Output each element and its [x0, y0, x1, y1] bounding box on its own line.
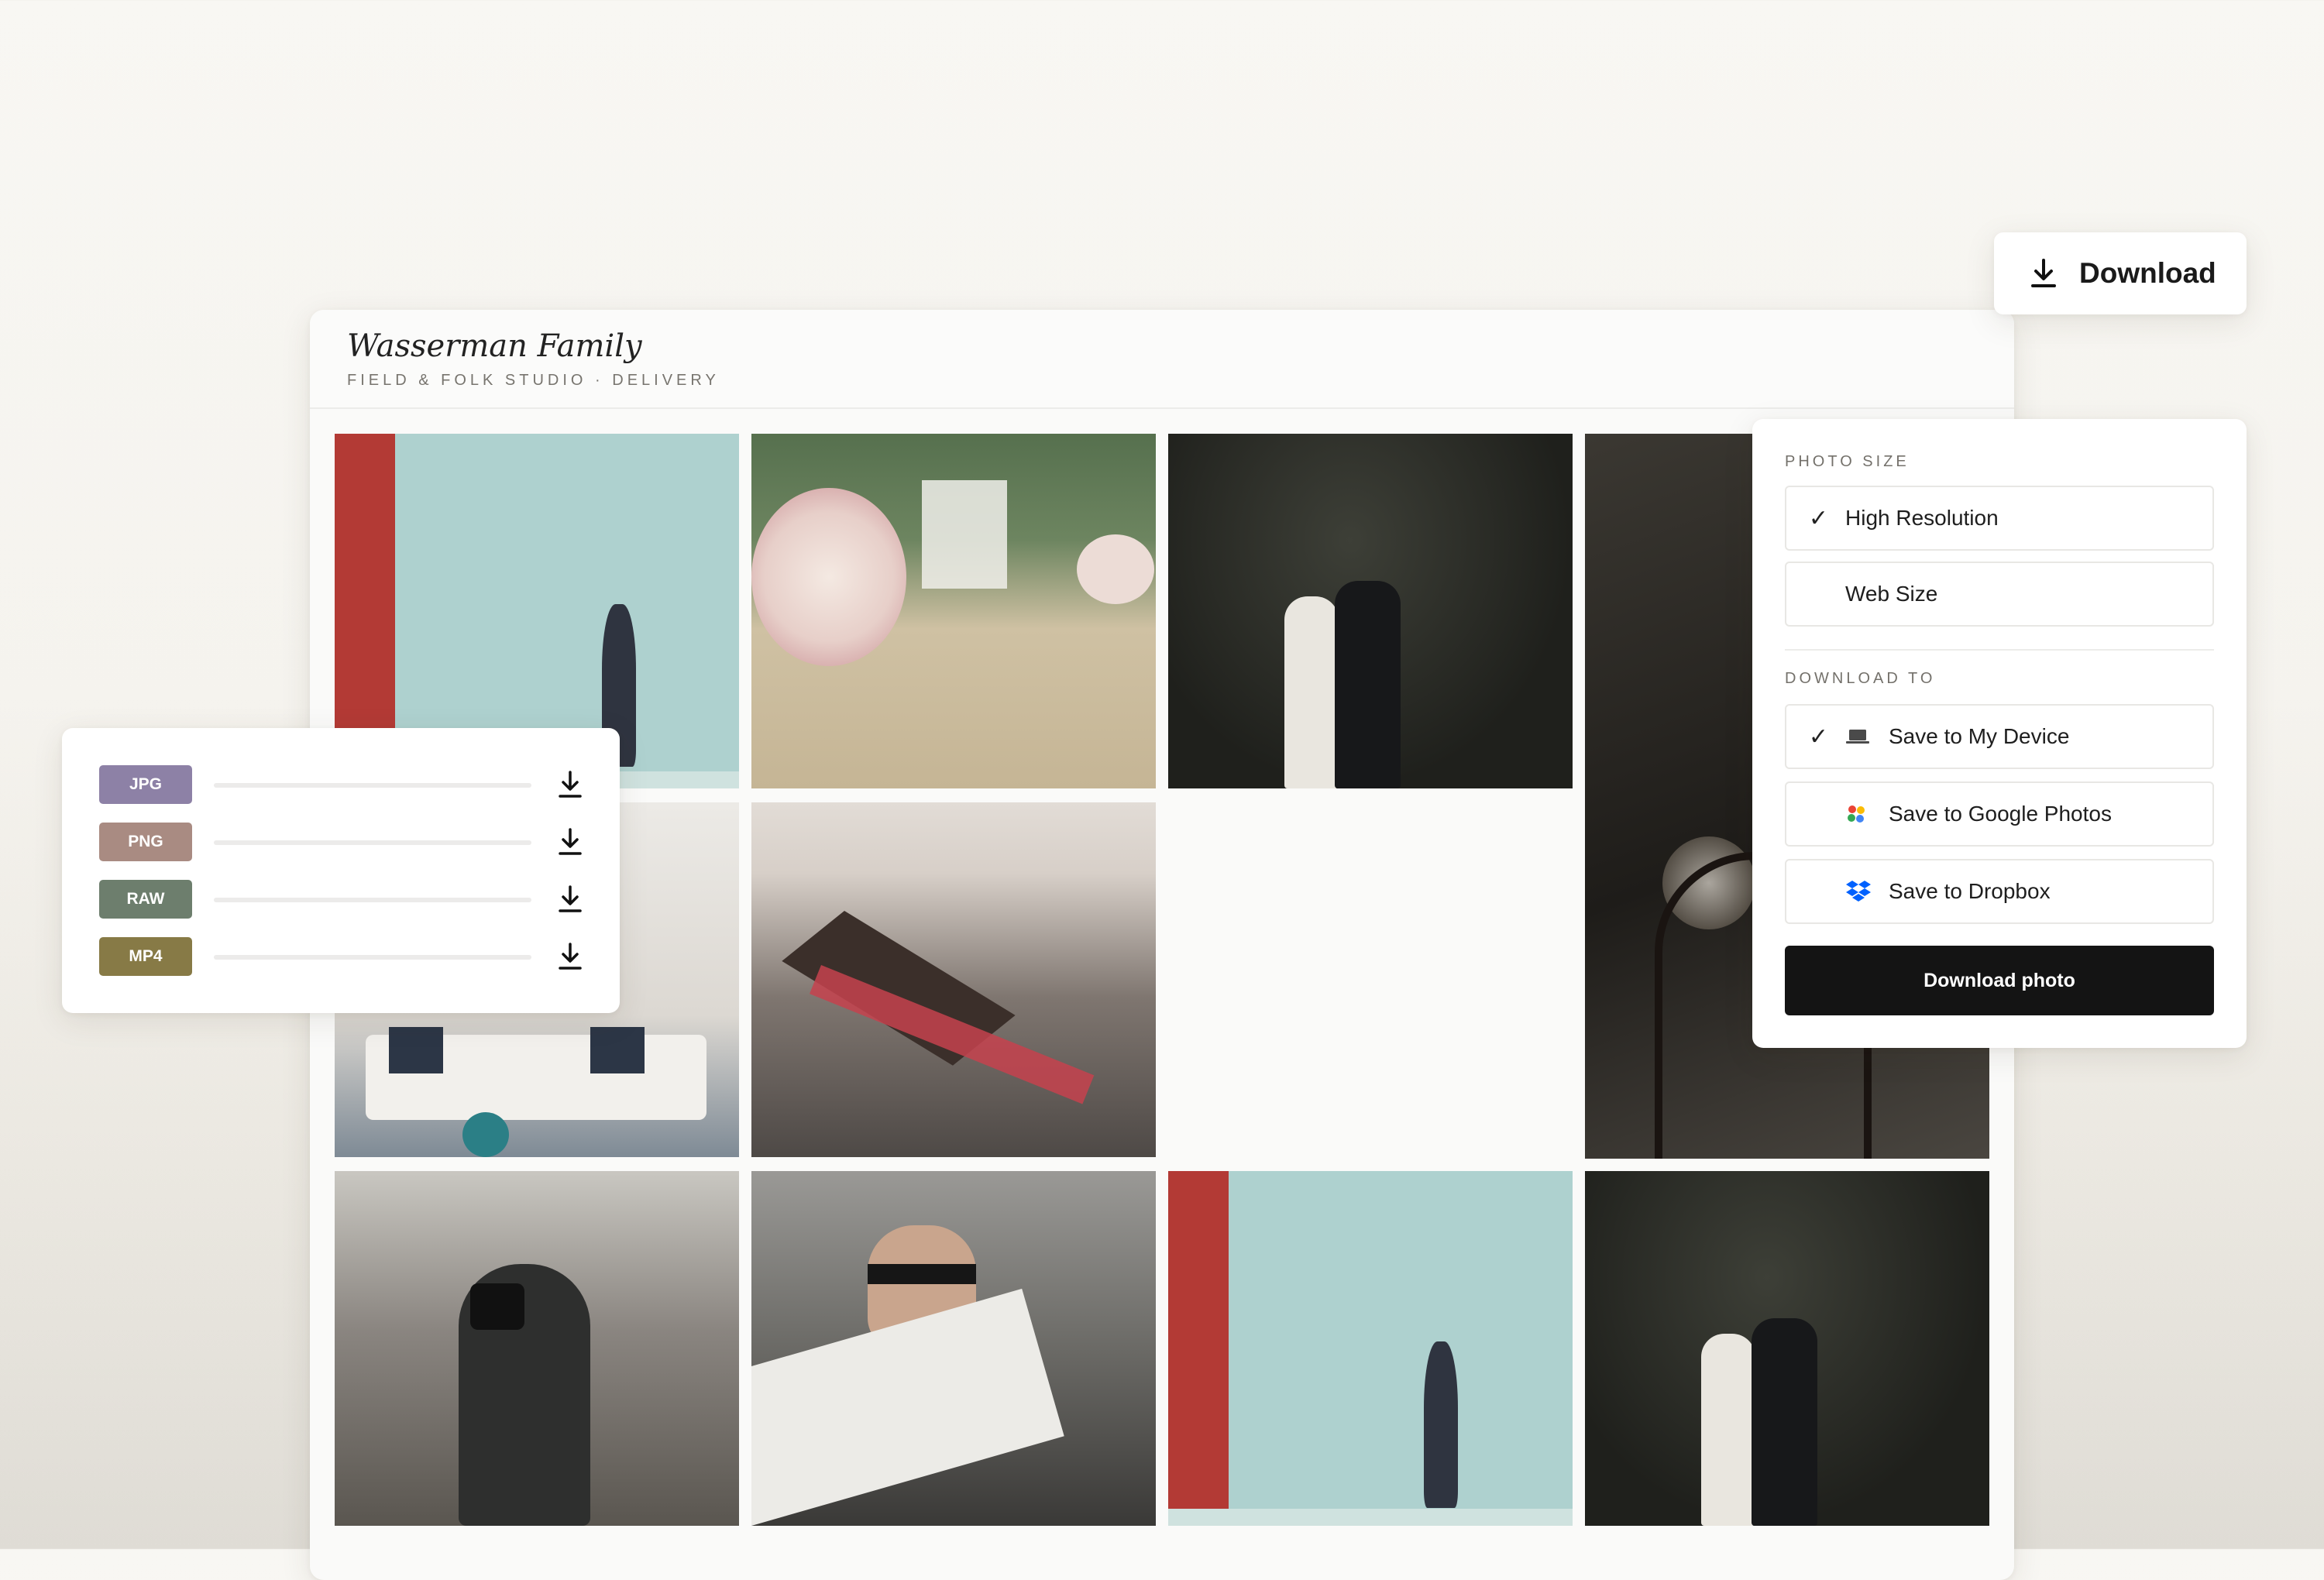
format-badge: JPG	[99, 765, 192, 804]
download-options-panel: PHOTO SIZE ✓ High Resolution Web Size DO…	[1752, 419, 2247, 1048]
download-icon[interactable]	[556, 770, 584, 799]
size-option-label: Web Size	[1845, 582, 1938, 606]
size-option-web-size[interactable]: Web Size	[1785, 562, 2214, 627]
destination-label: Save to Dropbox	[1889, 879, 2051, 903]
photo-thumbnail[interactable]	[751, 1171, 1156, 1526]
divider	[1785, 649, 2214, 651]
download-button[interactable]: Download	[1994, 232, 2247, 314]
download-icon[interactable]	[556, 827, 584, 857]
destination-google-photos[interactable]: Save to Google Photos	[1785, 781, 2214, 847]
photo-thumbnail[interactable]	[751, 434, 1156, 788]
photo-thumbnail[interactable]	[751, 802, 1156, 1157]
progress-track	[214, 955, 531, 960]
laptop-icon	[1845, 728, 1889, 745]
progress-track	[214, 783, 531, 788]
dropbox-icon	[1845, 880, 1889, 903]
download-icon	[2031, 259, 2056, 287]
gallery-title: Wasserman Family	[347, 328, 642, 364]
format-row-jpg: JPG	[99, 765, 584, 804]
download-icon[interactable]	[556, 942, 584, 971]
gallery-header: Wasserman Family FIELD & FOLK STUDIO · D…	[310, 310, 2014, 409]
download-to-label: DOWNLOAD TO	[1785, 670, 1936, 687]
download-photo-button[interactable]: Download photo	[1785, 946, 2214, 1015]
download-icon[interactable]	[556, 884, 584, 914]
photo-thumbnail[interactable]	[1168, 434, 1573, 788]
download-button-label: Download	[2079, 257, 2216, 289]
progress-track	[214, 840, 531, 845]
google-photos-icon	[1845, 803, 1889, 825]
gallery-subtitle: FIELD & FOLK STUDIO · DELIVERY	[347, 372, 720, 389]
format-badge: RAW	[99, 880, 192, 919]
photo-size-label: PHOTO SIZE	[1785, 453, 1910, 470]
photo-thumbnail[interactable]	[1168, 1171, 1573, 1526]
destination-label: Save to My Device	[1889, 724, 2070, 748]
format-list-panel: JPG PNG RAW MP4	[62, 728, 620, 1013]
photo-thumbnail[interactable]	[1585, 1171, 1989, 1526]
size-option-high-resolution[interactable]: ✓ High Resolution	[1785, 486, 2214, 551]
format-row-mp4: MP4	[99, 937, 584, 976]
format-badge: PNG	[99, 823, 192, 861]
photo-thumbnail[interactable]	[335, 1171, 739, 1526]
check-icon: ✓	[1808, 723, 1828, 750]
progress-track	[214, 898, 531, 902]
format-row-raw: RAW	[99, 880, 584, 919]
format-badge: MP4	[99, 937, 192, 976]
check-icon: ✓	[1808, 505, 1828, 531]
size-option-label: High Resolution	[1845, 506, 1999, 530]
destination-label: Save to Google Photos	[1889, 802, 2112, 826]
destination-my-device[interactable]: ✓ Save to My Device	[1785, 704, 2214, 769]
destination-dropbox[interactable]: Save to Dropbox	[1785, 859, 2214, 924]
format-row-png: PNG	[99, 823, 584, 861]
